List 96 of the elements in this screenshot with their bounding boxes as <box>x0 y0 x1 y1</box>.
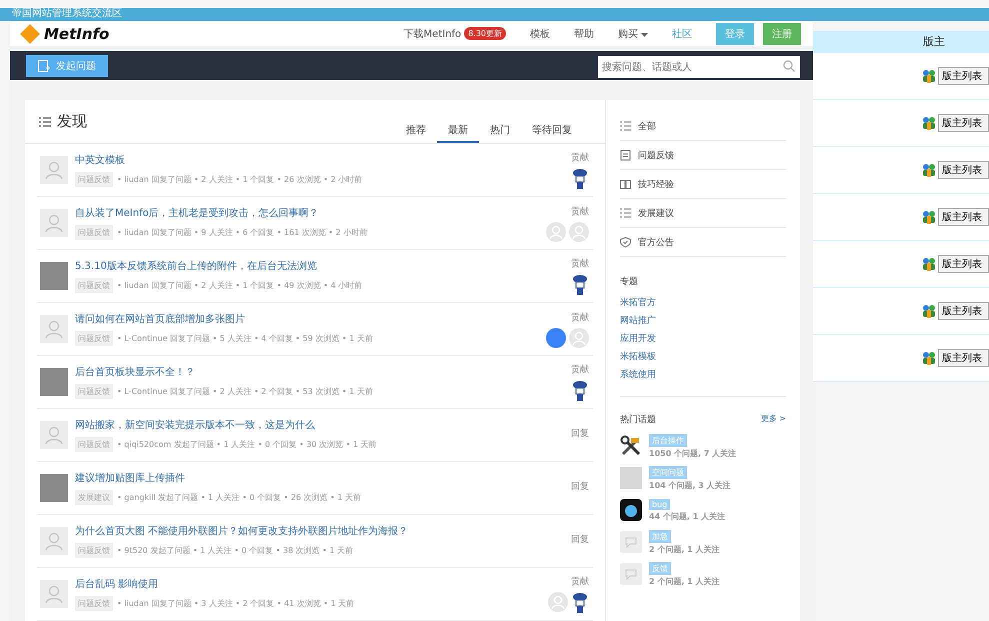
logo-text: MetInfo <box>44 24 110 43</box>
section-heading: 专题 <box>620 276 639 288</box>
category-link[interactable]: 技巧经验 <box>638 178 674 190</box>
chat-icon <box>620 531 642 553</box>
column-header: 版主 <box>813 31 989 53</box>
photo-placeholder <box>40 262 68 290</box>
people-icon <box>922 304 936 318</box>
avatar-icon <box>569 222 589 242</box>
people-icon <box>922 257 936 271</box>
side-label: 回复 <box>571 534 589 546</box>
question-link[interactable]: 请问如何在网站首页底部增加多张图片 <box>75 312 539 326</box>
moderator-select[interactable]: 版主列表 <box>938 114 989 132</box>
question-meta: • 9t520 发起了问题 • 1 人关注 • 0 个回复 • 38 次浏览 • 1 天前 <box>117 545 354 556</box>
topic-link[interactable]: 应用开发 <box>620 330 786 348</box>
avatar-icon <box>546 222 566 242</box>
feed-tab[interactable]: 推荐 <box>395 123 437 143</box>
topic-stats: 2 个问题, 1 人关注 <box>649 544 720 554</box>
list-icon <box>39 116 51 126</box>
chat-icon <box>620 563 642 585</box>
question-meta: • liudan 回复了问题 • 2 人关注 • 1 个回复 • 49 次浏览 • 4 小时前 <box>117 280 362 291</box>
moderator-select[interactable]: 版主列表 <box>938 208 989 226</box>
question-meta: • L-Continue 回复了问题 • 2 人关注 • 2 个回复 • 53 次浏览 • 1 天前 <box>117 386 373 397</box>
search-icon <box>783 60 795 72</box>
question-link[interactable]: 自从装了MeInfo后，主机老是受到攻击，怎么回事啊？ <box>75 206 539 220</box>
nav-link[interactable]: 购买 <box>618 26 648 41</box>
section-heading: 热门话题 <box>620 414 656 426</box>
side-label: 回复 <box>571 480 589 492</box>
topic-stats: 104 个问题, 3 人关注 <box>649 480 731 490</box>
question-meta: • L-Continue 回复了问题 • 5 人关注 • 4 个回复 • 59 次浏览 • 1 天前 <box>117 333 373 344</box>
moderator-select[interactable]: 版主列表 <box>938 161 989 179</box>
question-meta: • liudan 回复了问题 • 9 人关注 • 6 个回复 • 161 次浏览 • 2 小时前 <box>117 227 368 238</box>
document-icon <box>620 150 631 160</box>
photo-placeholder <box>40 474 68 502</box>
question-meta: • gangkill 发起了问题 • 1 人关注 • 0 个回复 • 26 次浏览 • 1 天前 <box>117 492 362 503</box>
category-link[interactable]: 发展建议 <box>638 206 674 220</box>
nav-link[interactable]: 模板 <box>530 26 550 41</box>
search-field[interactable]: 搜索问题、话题或人 <box>598 56 800 78</box>
image-placeholder <box>620 467 642 489</box>
caret-icon <box>641 32 648 37</box>
moderator-select[interactable]: 版主列表 <box>938 302 989 320</box>
list-icon <box>620 120 631 132</box>
feed-tab[interactable]: 最新 <box>437 123 479 143</box>
side-label: 贡献 <box>571 206 589 218</box>
category-link[interactable]: 问题反馈 <box>638 148 674 162</box>
topic-link[interactable]: 系统使用 <box>620 366 786 384</box>
avatar-icon <box>569 328 589 348</box>
feed-tab[interactable]: 等待回复 <box>521 123 583 143</box>
topic-link[interactable]: 米拓模板 <box>620 348 786 366</box>
side-label: 贡献 <box>571 576 589 588</box>
tools-icon <box>620 435 642 457</box>
question-meta: • qiqi520com 发起了问题 • 1 人关注 • 0 个回复 • 30 次浏览 • 1 天前 <box>117 439 377 450</box>
nav-link[interactable]: 帮助 <box>574 26 594 41</box>
moderator-select[interactable]: 版主列表 <box>938 255 989 273</box>
question-link[interactable]: 为什么首页大图 不能使用外联图片？如何更改支持外联图片地址作为海报？ <box>75 524 564 538</box>
question-link[interactable]: 5.3.10版本反馈系统前台上传的附件，在后台无法浏览 <box>75 259 564 273</box>
feed-tab[interactable]: 热门 <box>479 123 521 143</box>
app-icon <box>620 499 642 521</box>
question-link[interactable]: 后台首页板块显示不全！？ <box>75 365 564 379</box>
moderator-select[interactable]: 版主列表 <box>938 67 989 85</box>
version-badge: 8.30更新 <box>464 27 506 40</box>
photo-placeholder <box>40 368 68 396</box>
question-meta: • liudan 回复了问题 • 2 人关注 • 1 个回复 • 26 次浏览 • 2 小时前 <box>117 174 362 185</box>
category-link[interactable]: 全部 <box>638 120 656 132</box>
avatar-icon <box>546 328 566 348</box>
question-link[interactable]: 建议增加贴图库上传插件 <box>75 471 564 485</box>
question-meta: • liudan 回复了问题 • 3 人关注 • 2 个回复 • 41 次浏览 • 1 天前 <box>117 598 354 609</box>
nav-link[interactable]: 社区 <box>672 26 692 41</box>
book-icon <box>620 178 631 190</box>
category-link[interactable]: 官方公告 <box>638 236 674 248</box>
question-link[interactable]: 后台乱码 影响使用 <box>75 577 541 591</box>
people-icon <box>922 351 936 365</box>
list-icon <box>620 208 631 218</box>
people-icon <box>922 163 936 177</box>
avatar-icon <box>548 592 568 612</box>
nav-link[interactable]: 下载MetInfo <box>404 26 462 41</box>
side-label: 回复 <box>571 428 589 440</box>
page-title-bar: 帝国网站管理系统交流区 <box>0 8 989 21</box>
side-label: 贡献 <box>571 258 589 270</box>
topic-stats: 2 个问题, 1 人关注 <box>649 576 720 586</box>
side-label: 贡献 <box>571 312 589 324</box>
side-label: 贡献 <box>571 152 589 164</box>
edit-icon <box>38 60 50 72</box>
topic-stats: 44 个问题, 1 人关注 <box>649 510 726 522</box>
topic-link[interactable]: 网站推广 <box>620 312 786 330</box>
more-link[interactable]: 更多 > <box>760 413 786 426</box>
moderator-select[interactable]: 版主列表 <box>938 349 989 367</box>
question-link[interactable]: 网站搬家，新空间安装完提示版本不一致，这是为什么 <box>75 418 564 432</box>
people-icon <box>922 210 936 224</box>
people-icon <box>922 116 936 130</box>
side-label: 贡献 <box>571 364 589 376</box>
feed-title: 发现 <box>57 112 87 131</box>
shield-icon <box>620 236 631 248</box>
people-icon <box>922 69 936 83</box>
topic-link[interactable]: 米拓官方 <box>620 294 786 312</box>
topic-stats: 1050 个问题, 7 人关注 <box>649 448 736 458</box>
question-link[interactable]: 中英文模板 <box>75 153 564 167</box>
